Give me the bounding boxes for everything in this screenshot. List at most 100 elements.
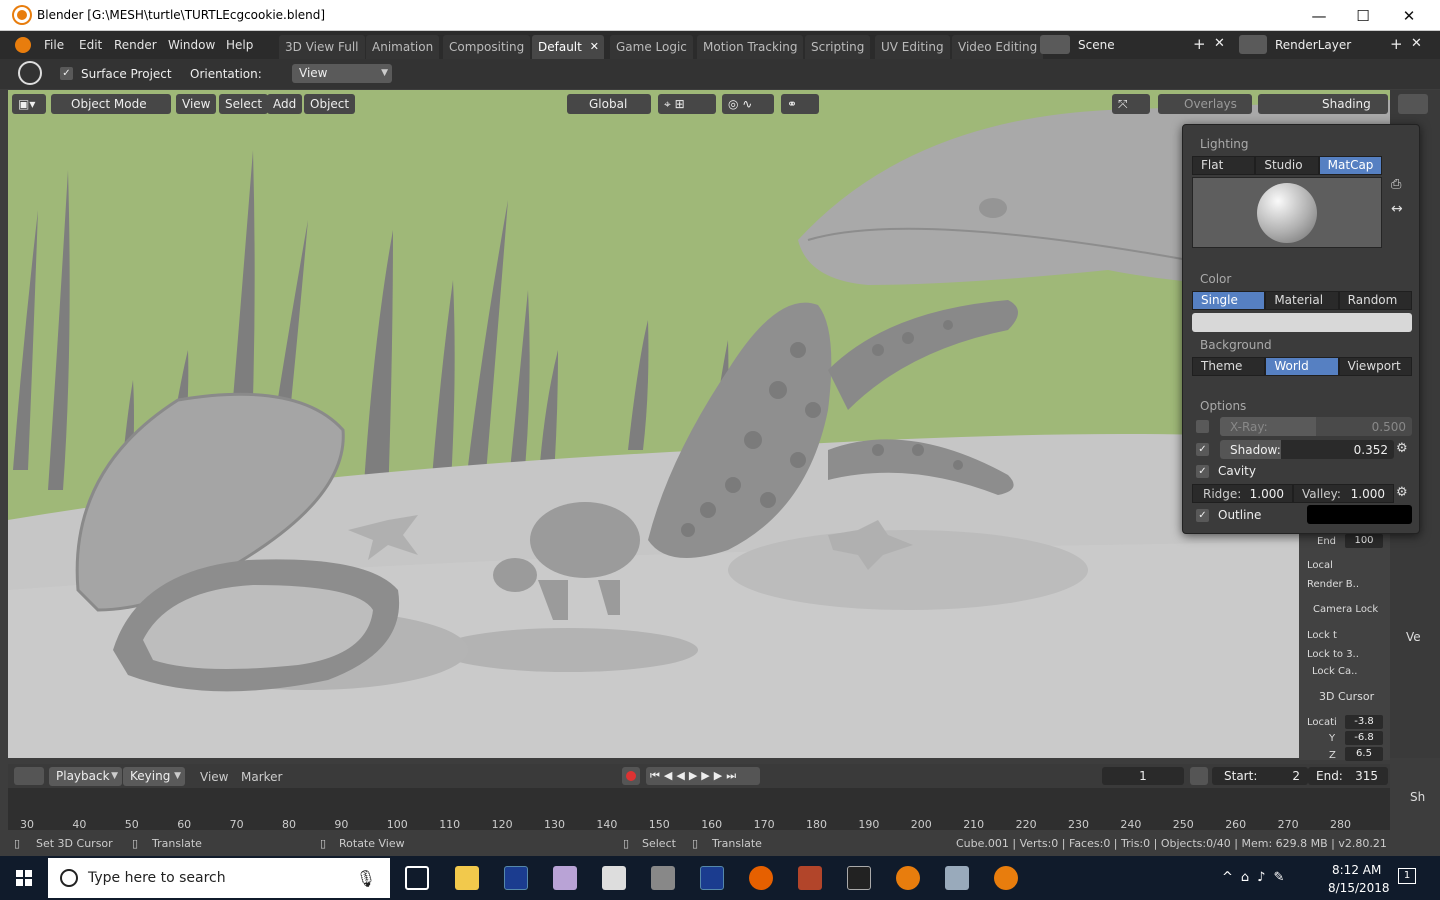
taskbar-search-input[interactable]: Type here to search 🎙 <box>48 858 390 898</box>
color-random[interactable]: Random <box>1338 291 1412 310</box>
lighting-studio[interactable]: Studio <box>1255 156 1319 175</box>
ridge-field[interactable]: Ridge: 1.000 <box>1192 484 1293 503</box>
add-scene-icon[interactable]: + <box>1193 35 1206 53</box>
tab-motion-tracking[interactable]: Motion Tracking <box>697 35 804 59</box>
menu-file[interactable]: File <box>44 38 64 52</box>
blender-taskbar-icon[interactable] <box>896 866 920 890</box>
file-explorer-icon[interactable] <box>455 866 479 890</box>
photoshop-icon[interactable] <box>504 866 528 890</box>
color-single[interactable]: Single <box>1192 291 1266 310</box>
transform-orientation-dropdown[interactable]: Global <box>567 94 651 114</box>
proportional-edit-icon[interactable]: ◎ ∿ <box>722 94 774 114</box>
cursor-x-field[interactable]: -3.8 <box>1345 715 1383 729</box>
3d-cursor-header[interactable]: 3D Cursor <box>1319 690 1374 703</box>
matcap-preview[interactable] <box>1192 177 1382 248</box>
overlays-dropdown[interactable]: Overlays <box>1158 94 1252 114</box>
xray-slider[interactable]: X-Ray: 0.500 <box>1220 417 1412 436</box>
pivot-snap-icons[interactable]: ⌖ ⊞ <box>658 94 716 114</box>
remove-renderlayer-icon[interactable]: ✕ <box>1411 36 1422 51</box>
menu-render[interactable]: Render <box>114 38 157 52</box>
renderlayer-name[interactable]: RenderLayer <box>1275 38 1351 52</box>
background-theme[interactable]: Theme <box>1192 357 1266 376</box>
tab-animation[interactable]: Animation <box>366 35 440 59</box>
shadow-slider[interactable]: Shadow: 0.352 <box>1220 440 1394 459</box>
single-color-swatch[interactable] <box>1192 313 1412 332</box>
tab-uv-editing[interactable]: UV Editing <box>875 35 950 59</box>
remove-scene-icon[interactable]: ✕ <box>1214 36 1225 51</box>
cursor-tool-icon[interactable] <box>18 61 42 85</box>
shadow-settings-gear-icon[interactable]: ⚙ <box>1396 441 1408 456</box>
background-viewport[interactable]: Viewport <box>1338 357 1412 376</box>
xray-checkbox[interactable] <box>1196 420 1209 433</box>
calculator-icon[interactable] <box>602 866 626 890</box>
editor-type-icon[interactable]: ▣▾ <box>12 94 46 114</box>
surface-project-checkbox[interactable]: ✓ <box>60 67 73 80</box>
playback-dropdown[interactable]: Playback ▼ <box>49 767 122 786</box>
maximize-button[interactable]: ☐ <box>1340 0 1386 31</box>
system-tray-icons[interactable]: ^⌂♪✎ <box>1222 870 1292 885</box>
eraser-app-icon[interactable] <box>553 866 577 890</box>
terminal-icon[interactable] <box>847 866 871 890</box>
shadow-checkbox[interactable]: ✓ <box>1196 443 1209 456</box>
menu-window[interactable]: Window <box>168 38 215 52</box>
properties-editor-icon[interactable] <box>1398 94 1428 114</box>
timeline-marker-menu[interactable]: Marker <box>241 770 282 784</box>
end-field[interactable]: 100 <box>1345 534 1383 548</box>
current-frame-field[interactable]: 1 <box>1102 767 1184 785</box>
object-mode-dropdown[interactable]: Object Mode <box>51 94 171 114</box>
object-menu[interactable]: Object <box>304 94 356 114</box>
end-frame-field[interactable]: End: 315 <box>1308 767 1388 785</box>
network-app-icon[interactable] <box>945 866 969 890</box>
cavity-settings-gear-icon[interactable]: ⚙ <box>1396 485 1408 500</box>
shading-dropdown[interactable]: Shading <box>1258 94 1388 114</box>
valley-field[interactable]: Valley: 1.000 <box>1293 484 1394 503</box>
gizmo-toggle-icon[interactable]: ⤧ <box>1112 94 1150 114</box>
blender-2-taskbar-icon[interactable] <box>994 866 1018 890</box>
cursor-y-field[interactable]: -6.8 <box>1345 731 1383 745</box>
tab-3d-view-full[interactable]: 3D View Full <box>279 35 365 59</box>
minimize-button[interactable]: — <box>1296 0 1342 31</box>
add-renderlayer-icon[interactable]: + <box>1390 35 1403 53</box>
background-world[interactable]: World <box>1265 357 1339 376</box>
game-app-icon[interactable] <box>798 866 822 890</box>
notification-icon[interactable]: 1 <box>1398 868 1416 884</box>
menu-edit[interactable]: Edit <box>79 38 102 52</box>
matcap-settings-icon[interactable]: ⎙ <box>1391 177 1401 192</box>
camera-lock-header[interactable]: Camera Lock <box>1313 604 1378 615</box>
timeline-view-menu[interactable]: View <box>200 770 228 784</box>
cursor-z-field[interactable]: 6.5 <box>1345 747 1383 761</box>
menu-help[interactable]: Help <box>226 38 253 52</box>
firefox-icon[interactable] <box>749 866 773 890</box>
outline-color-swatch[interactable] <box>1307 505 1412 524</box>
color-material[interactable]: Material <box>1265 291 1339 310</box>
clock-time[interactable]: 8:12 AM <box>1332 863 1381 877</box>
clock-date[interactable]: 8/15/2018 <box>1328 881 1390 895</box>
scene-selector-icon[interactable] <box>1040 35 1070 54</box>
preview-range-icon[interactable] <box>1190 767 1208 785</box>
cavity-checkbox[interactable]: ✓ <box>1196 465 1209 478</box>
keying-dropdown[interactable]: Keying ▼ <box>123 767 185 786</box>
photoshop-2-icon[interactable] <box>700 866 724 890</box>
tab-game-logic[interactable]: Game Logic <box>610 35 693 59</box>
timeline-editor-type-icon[interactable] <box>14 767 44 785</box>
tab-scripting[interactable]: Scripting <box>805 35 871 59</box>
record-button[interactable] <box>622 767 640 785</box>
start-frame-field[interactable]: Start: 2 <box>1212 767 1308 785</box>
add-menu[interactable]: Add <box>267 94 303 114</box>
select-menu[interactable]: Select <box>219 94 269 114</box>
renderlayer-selector-icon[interactable] <box>1239 35 1267 54</box>
orientation-dropdown[interactable]: View ▼ <box>292 64 392 83</box>
lighting-flat[interactable]: Flat <box>1192 156 1256 175</box>
scene-name[interactable]: Scene <box>1078 38 1115 52</box>
flip-matcap-icon[interactable]: ↔ <box>1391 201 1403 217</box>
close-tab-icon[interactable]: ✕ <box>590 35 599 59</box>
tab-video-editing[interactable]: Video Editing <box>952 35 1044 59</box>
start-windows-icon[interactable] <box>16 870 32 886</box>
close-window-button[interactable]: ✕ <box>1386 0 1432 31</box>
lighting-matcap[interactable]: MatCap <box>1318 156 1382 175</box>
view-menu[interactable]: View <box>176 94 217 114</box>
camera-app-icon[interactable] <box>651 866 675 890</box>
blender-menu-icon[interactable] <box>15 37 31 53</box>
tab-compositing[interactable]: Compositing <box>443 35 531 59</box>
gizmo-icon[interactable]: ⚭ <box>781 94 819 114</box>
